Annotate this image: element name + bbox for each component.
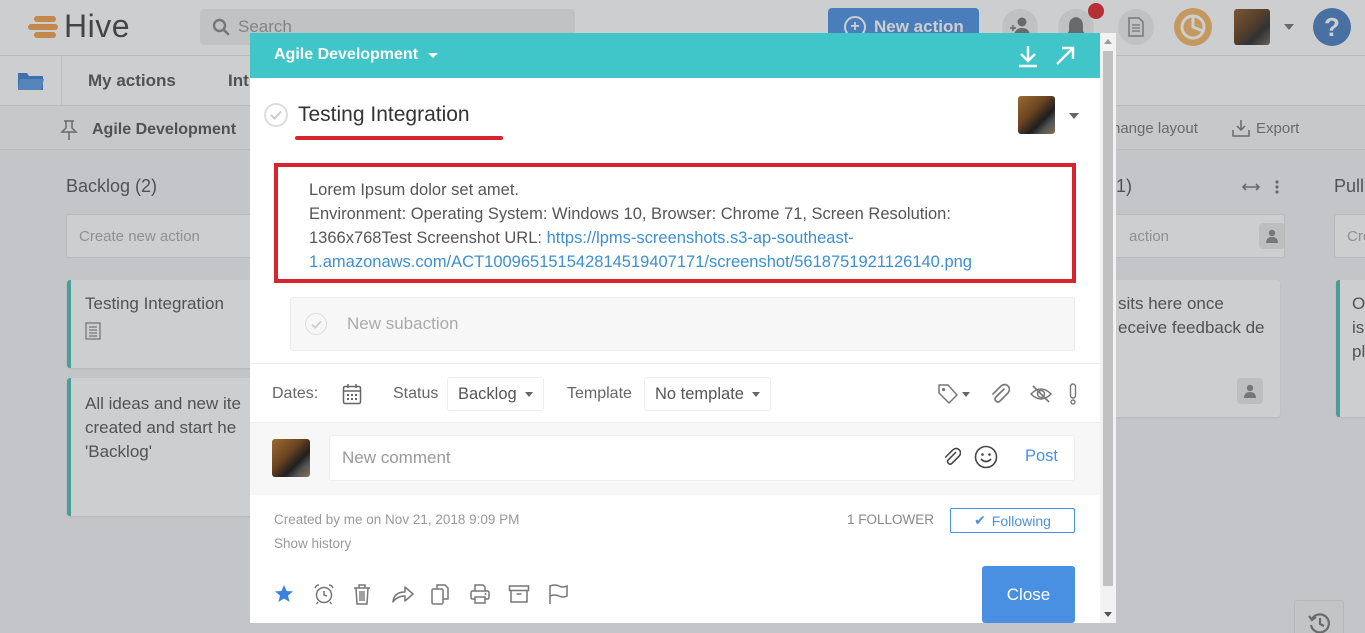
check-icon — [310, 320, 322, 329]
check-icon — [270, 110, 282, 120]
alarm-clock-icon — [314, 584, 334, 605]
calendar-icon — [342, 384, 362, 405]
screenshot-url-link[interactable]: https://lpms-screenshots.s3-ap-southeast… — [547, 229, 854, 247]
copy-icon — [431, 584, 449, 605]
action-title[interactable]: Testing Integration — [298, 103, 470, 127]
following-button[interactable]: ✔ Following — [950, 508, 1075, 533]
title-row: Testing Integration — [264, 103, 470, 127]
comment-row: New comment Post — [250, 423, 1100, 495]
date-picker-button[interactable] — [342, 382, 362, 406]
assignee-avatar[interactable] — [1018, 96, 1055, 134]
follower-count[interactable]: 1 FOLLOWER — [847, 512, 934, 527]
share-arrow-icon — [392, 586, 414, 603]
description-box[interactable]: Lorem Ipsum dolor set amet. Environment:… — [274, 163, 1076, 283]
star-button[interactable] — [274, 582, 313, 606]
paperclip-icon — [992, 383, 1010, 403]
trash-icon — [354, 584, 370, 605]
expand-arrow-icon — [1056, 46, 1075, 65]
status-select[interactable]: Backlog — [447, 377, 544, 411]
new-subaction-input[interactable]: New subaction — [290, 297, 1075, 351]
description-text: 1366x768Test Screenshot URL: — [309, 229, 547, 247]
archive-button[interactable] — [508, 582, 547, 606]
comment-placeholder: New comment — [342, 448, 451, 467]
status-label: Status — [393, 385, 439, 402]
print-button[interactable] — [469, 582, 508, 606]
flag-icon — [549, 584, 568, 604]
chevron-down-icon — [751, 391, 760, 397]
description-line: Lorem Ipsum dolor set amet. — [309, 181, 520, 199]
milestone-button[interactable] — [547, 582, 586, 606]
description-line: Environment: Operating System: Windows 1… — [309, 205, 951, 223]
star-icon — [275, 585, 293, 602]
scroll-down-icon[interactable] — [1104, 612, 1112, 617]
modal-header: Agile Development — [250, 33, 1100, 78]
tag-icon — [938, 384, 958, 404]
created-info: Created by me on Nov 21, 2018 9:09 PM — [274, 512, 520, 527]
show-history-link[interactable]: Show history — [274, 536, 351, 551]
template-label: Template — [567, 385, 632, 402]
open-full-button[interactable] — [1052, 43, 1078, 69]
project-selector[interactable]: Agile Development — [274, 46, 439, 64]
comment-attach-button[interactable] — [943, 447, 962, 472]
paperclip-icon — [944, 447, 962, 465]
template-value: No template — [655, 384, 744, 403]
printer-icon — [470, 584, 490, 604]
chevron-down-icon — [524, 391, 533, 397]
description-line: 1.amazonaws.com/ACT100965151542814519407… — [309, 250, 1072, 274]
scrollbar-thumb[interactable] — [1103, 51, 1113, 586]
status-value: Backlog — [458, 384, 517, 403]
subaction-checkbox — [305, 313, 327, 335]
download-icon — [1019, 46, 1037, 68]
scroll-up-icon[interactable] — [1104, 39, 1112, 44]
action-toolbar — [274, 582, 586, 606]
new-comment-input[interactable]: New comment — [329, 435, 1075, 481]
labels-button[interactable] — [937, 382, 970, 406]
dates-label: Dates: — [272, 385, 319, 402]
smiley-icon — [974, 445, 998, 469]
close-button[interactable]: Close — [982, 566, 1075, 623]
attach-file-button[interactable] — [990, 382, 1010, 406]
action-detail-modal: Agile Development Testing Integration Lo… — [250, 33, 1100, 623]
private-toggle-button[interactable] — [1029, 382, 1053, 406]
duplicate-button[interactable] — [430, 582, 469, 606]
post-comment-button[interactable]: Post — [1025, 447, 1058, 466]
screenshot-url-link-cont[interactable]: 1.amazonaws.com/ACT100965151542814519407… — [309, 253, 972, 271]
eye-slash-icon — [1029, 385, 1053, 403]
following-label: Following — [991, 512, 1051, 529]
checkmark-icon: ✔ — [974, 512, 986, 528]
emoji-button[interactable] — [974, 445, 998, 474]
assignee-caret-icon[interactable] — [1069, 113, 1079, 119]
delete-button[interactable] — [352, 582, 391, 606]
complete-checkbox[interactable] — [264, 103, 288, 127]
title-highlight-underline — [295, 136, 503, 140]
description-line: 1366x768Test Screenshot URL: https://lpm… — [309, 226, 1072, 250]
properties-row: Dates: Status Backlog Template No templa… — [250, 363, 1100, 423]
download-button[interactable] — [1015, 43, 1041, 69]
project-name: Agile Development — [274, 46, 419, 63]
reminder-button[interactable] — [313, 582, 352, 606]
chevron-down-icon — [428, 52, 439, 58]
template-select[interactable]: No template — [644, 377, 771, 411]
archive-box-icon — [508, 585, 530, 603]
modal-scrollbar[interactable] — [1100, 33, 1116, 623]
urgent-toggle-button[interactable] — [1069, 382, 1077, 406]
commenter-avatar — [272, 439, 310, 477]
subaction-placeholder: New subaction — [347, 314, 459, 333]
share-button[interactable] — [391, 582, 430, 606]
exclamation-icon — [1069, 383, 1077, 405]
chevron-down-icon — [962, 391, 970, 397]
